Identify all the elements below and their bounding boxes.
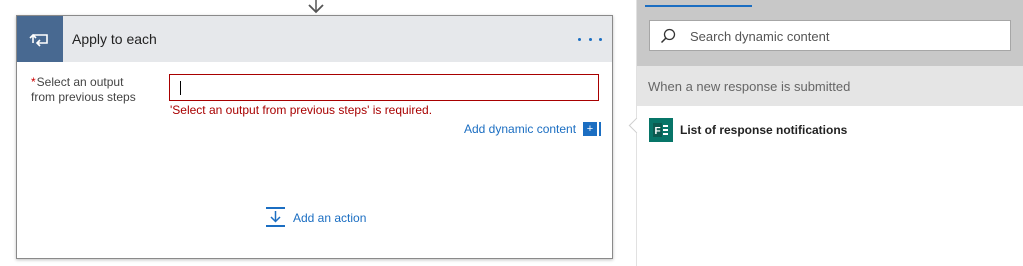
dynamic-content-panel: Search dynamic content When a new respon… [628, 0, 1023, 266]
card-header[interactable]: Apply to each [17, 16, 612, 62]
add-dynamic-content-link[interactable]: Add dynamic content [464, 122, 576, 136]
text-caret [180, 81, 181, 95]
more-options-icon[interactable] [578, 30, 602, 48]
dynamic-content-item-label: List of response notifications [680, 123, 848, 137]
select-output-input[interactable] [169, 74, 599, 101]
add-action-icon[interactable] [265, 206, 286, 228]
forms-icon: F [649, 118, 673, 142]
trigger-section-title: When a new response is submitted [648, 79, 851, 94]
field-label-line2: from previous steps [31, 90, 136, 104]
active-tab-indicator [645, 5, 752, 7]
search-dynamic-content-input[interactable]: Search dynamic content [649, 20, 1011, 51]
apply-to-each-card: Apply to each *Select an output from pre… [16, 15, 613, 259]
field-label: *Select an output from previous steps [31, 75, 161, 105]
dynamic-content-item[interactable]: F List of response notifications [649, 118, 1009, 142]
card-title: Apply to each [72, 31, 157, 47]
trigger-section-header: When a new response is submitted [637, 66, 1023, 106]
required-marker: * [31, 75, 36, 89]
add-action-button[interactable]: Add an action [293, 211, 366, 225]
svg-text:F: F [655, 126, 661, 137]
search-placeholder: Search dynamic content [690, 29, 830, 44]
field-label-line1: Select an output [36, 75, 124, 89]
flow-connector-arrow-icon [308, 0, 324, 14]
loop-icon [17, 16, 63, 62]
plus-icon[interactable]: + [583, 122, 601, 136]
validation-error: 'Select an output from previous steps' i… [170, 103, 433, 117]
search-icon [660, 28, 676, 44]
panel-callout-pointer [628, 117, 645, 134]
